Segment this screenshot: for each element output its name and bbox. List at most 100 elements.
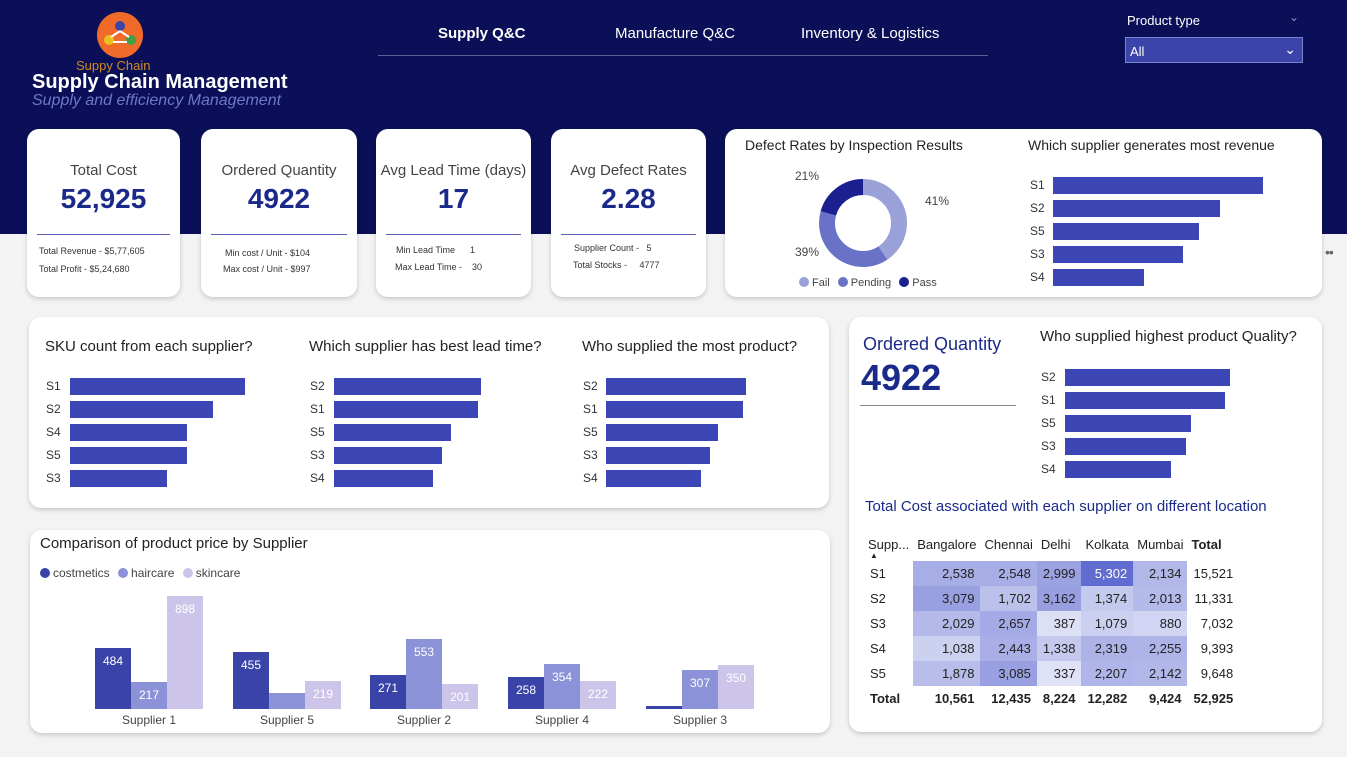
bar-s2[interactable] xyxy=(70,401,213,418)
kpi-sub-max-cost: Max cost / Unit - $997 xyxy=(223,264,311,274)
column-header[interactable]: Chennai xyxy=(980,527,1036,561)
axis-label-s2: S2 xyxy=(1041,370,1056,384)
bar-s1[interactable] xyxy=(334,401,478,418)
bar-s4[interactable] xyxy=(1053,269,1144,286)
matrix-cell[interactable]: 337 xyxy=(1036,661,1082,686)
bar-s1[interactable] xyxy=(1053,177,1263,194)
legend-cosmetics-label: costmetics xyxy=(53,566,110,580)
bar-skincare-supplier-3[interactable]: 350 xyxy=(718,664,754,709)
tab-inventory-logistics[interactable]: Inventory & Logistics xyxy=(801,25,939,42)
bar-skincare-supplier-4[interactable]: 222 xyxy=(580,681,616,709)
row-total: 15,521 xyxy=(1193,566,1234,581)
bar-s5[interactable] xyxy=(334,424,451,441)
matrix-cell[interactable]: 2,013 xyxy=(1133,586,1188,611)
axis-label-s2: S2 xyxy=(583,379,598,393)
bar-s3[interactable] xyxy=(606,447,710,464)
table-row[interactable]: S3 2,029 2,657 387 1,079 880 7,032 xyxy=(864,611,1239,636)
table-row[interactable]: S1 2,538 2,548 2,999 5,302 2,134 15,521 xyxy=(864,561,1239,586)
bar-costmetics-supplier-5[interactable]: 455 xyxy=(233,651,269,709)
matrix-cell[interactable]: 387 xyxy=(1036,611,1082,636)
matrix-cell[interactable]: 3,162 xyxy=(1036,586,1082,611)
bar-s5[interactable] xyxy=(1065,415,1191,432)
matrix-cell[interactable]: 2,538 xyxy=(913,561,981,586)
bar-s5[interactable] xyxy=(1053,223,1199,240)
bar-s3[interactable] xyxy=(70,470,168,487)
column-header[interactable]: Total xyxy=(1187,527,1239,561)
column-header[interactable]: Mumbai xyxy=(1133,527,1187,561)
table-row[interactable]: S2 3,079 1,702 3,162 1,374 2,013 11,331 xyxy=(864,586,1239,611)
bar-s3[interactable] xyxy=(1053,246,1184,263)
matrix-cell[interactable]: 3,085 xyxy=(980,661,1037,686)
kpi-card-total-cost: Total Cost 52,925 Total Revenue - $5,77,… xyxy=(27,129,180,297)
matrix-cell[interactable]: 2,142 xyxy=(1133,661,1188,686)
axis-label-s5: S5 xyxy=(1030,224,1045,238)
bar-s2[interactable] xyxy=(1053,200,1221,217)
bar-costmetics-supplier-3[interactable] xyxy=(646,706,682,709)
bar-s4[interactable] xyxy=(606,470,701,487)
column-header[interactable]: Delhi xyxy=(1037,527,1082,561)
matrix-cell[interactable]: 2,548 xyxy=(980,561,1037,586)
bar-s2[interactable] xyxy=(1065,369,1230,386)
ordered-quantity-value: 4922 xyxy=(861,357,942,398)
bar-costmetics-supplier-2[interactable]: 271 xyxy=(370,674,406,709)
more-options-icon[interactable]: •• xyxy=(1325,244,1334,260)
matrix-cell[interactable]: 1,878 xyxy=(913,661,981,686)
bar-skincare-supplier-5[interactable]: 219 xyxy=(305,681,341,709)
matrix-cell[interactable]: 1,338 xyxy=(1036,636,1082,661)
bar-s4[interactable] xyxy=(334,470,433,487)
bar-s2[interactable] xyxy=(606,378,746,395)
bar-costmetics-supplier-1[interactable]: 484 xyxy=(95,648,131,709)
matrix-cell[interactable]: 1,702 xyxy=(980,586,1037,611)
tab-supply-qc[interactable]: Supply Q&C xyxy=(438,25,526,42)
matrix-cell[interactable]: 2,999 xyxy=(1036,561,1082,586)
bar-s1[interactable] xyxy=(606,401,744,418)
divider xyxy=(561,234,696,235)
kpi-card-avg-lead-time: Avg Lead Time (days) 17 Min Lead Time 1 … xyxy=(376,129,531,297)
divider xyxy=(860,405,1016,406)
bar-s3[interactable] xyxy=(334,447,443,464)
bar-s2[interactable] xyxy=(334,378,481,395)
product-type-select[interactable]: All ⌄ xyxy=(1125,37,1303,63)
matrix-cell[interactable]: 2,443 xyxy=(980,636,1037,661)
axis-label-s4: S4 xyxy=(1030,270,1045,284)
bar-skincare-supplier-1[interactable]: 898 xyxy=(167,596,203,709)
bar-s1[interactable] xyxy=(1065,392,1225,409)
bar-haircare-supplier-2[interactable]: 553 xyxy=(406,639,442,709)
matrix-cell[interactable]: 5,302 xyxy=(1081,561,1134,586)
matrix-cell[interactable]: 2,134 xyxy=(1133,561,1188,586)
matrix-cell[interactable]: 880 xyxy=(1133,611,1188,636)
bar-s4[interactable] xyxy=(70,424,187,441)
bar-skincare-supplier-2[interactable]: 201 xyxy=(442,683,478,709)
bar-s5[interactable] xyxy=(606,424,718,441)
column-header[interactable]: Bangalore xyxy=(913,527,980,561)
bar-s3[interactable] xyxy=(1065,438,1186,455)
data-label: 258 xyxy=(515,682,537,697)
matrix-cell[interactable]: 1,038 xyxy=(913,636,981,661)
column-header-supplier[interactable]: Supp... ▲ xyxy=(864,527,913,561)
bar-s4[interactable] xyxy=(1065,461,1171,478)
table-row[interactable]: S5 1,878 3,085 337 2,207 2,142 9,648 xyxy=(864,661,1239,686)
matrix-cell[interactable]: 2,255 xyxy=(1133,636,1188,661)
bar-costmetics-supplier-4[interactable]: 258 xyxy=(508,676,544,709)
data-label: 553 xyxy=(413,645,435,660)
column-header[interactable]: Kolkata xyxy=(1081,527,1133,561)
kpi-sub-max-lead: Max Lead Time - 30 xyxy=(395,262,483,272)
bar-s1[interactable] xyxy=(70,378,245,395)
tab-manufacture-qc[interactable]: Manufacture Q&C xyxy=(615,25,735,42)
table-row[interactable]: S4 1,038 2,443 1,338 2,319 2,255 9,393 xyxy=(864,636,1239,661)
sort-ascending-icon[interactable]: ▲ xyxy=(870,551,878,560)
matrix-cell[interactable]: 3,079 xyxy=(913,586,981,611)
matrix-cell[interactable]: 1,374 xyxy=(1081,586,1134,611)
matrix-cell[interactable]: 1,079 xyxy=(1081,611,1134,636)
matrix-cell[interactable]: 2,029 xyxy=(913,611,981,636)
bar-haircare-supplier-1[interactable]: 217 xyxy=(131,681,167,709)
matrix-cell[interactable]: 2,657 xyxy=(980,611,1037,636)
bar-haircare-supplier-5[interactable] xyxy=(269,692,305,709)
x-axis-label: Supplier 1 xyxy=(121,713,177,727)
bar-haircare-supplier-4[interactable]: 354 xyxy=(544,664,580,709)
bar-s5[interactable] xyxy=(70,447,187,464)
matrix-cell[interactable]: 2,207 xyxy=(1081,661,1134,686)
matrix-cell[interactable]: 2,319 xyxy=(1081,636,1134,661)
filter-collapse-chevron-icon[interactable]: ⌄ xyxy=(1289,10,1299,24)
bar-haircare-supplier-3[interactable]: 307 xyxy=(682,670,718,709)
